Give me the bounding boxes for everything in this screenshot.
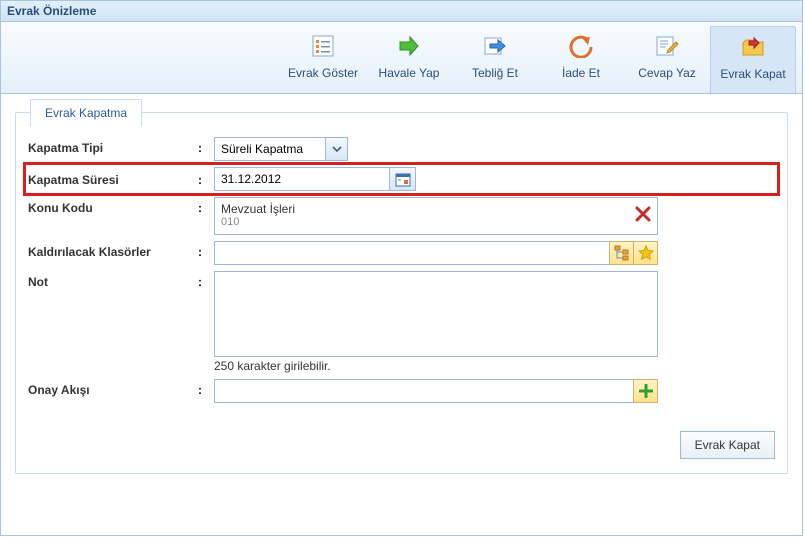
- row-folders: Kaldırılacak Klasörler :: [28, 241, 775, 265]
- submit-close-button[interactable]: Evrak Kapat: [680, 431, 775, 459]
- row-topic-code: Konu Kodu : Mevzuat İşleri 010: [28, 197, 775, 235]
- close-document-button[interactable]: Evrak Kapat: [710, 26, 796, 93]
- row-close-duration: Kapatma Süresi :: [23, 162, 780, 196]
- reply-button[interactable]: Cevap Yaz: [624, 26, 710, 93]
- label-close-duration: Kapatma Süresi: [28, 167, 198, 187]
- show-document-button[interactable]: Evrak Göster: [280, 26, 366, 93]
- plus-icon: [639, 384, 653, 398]
- close-type-dropdown-button[interactable]: [326, 137, 348, 161]
- add-approval-button[interactable]: [633, 379, 658, 403]
- calendar-icon: [395, 171, 411, 187]
- row-close-type: Kapatma Tipi :: [28, 137, 775, 161]
- content-area: Evrak Kapatma Kapatma Tipi :: [1, 94, 802, 492]
- star-icon: [638, 245, 654, 261]
- remove-topic-button[interactable]: [635, 206, 651, 225]
- date-picker-button[interactable]: [390, 167, 416, 191]
- topic-title: Mevzuat İşleri: [221, 202, 651, 216]
- row-approval-flow: Onay Akışı :: [28, 379, 775, 403]
- toolbar: Evrak Göster Havale Yap Tebliğ Et: [1, 22, 802, 94]
- toolbar-label: Evrak Göster: [282, 66, 364, 80]
- arrow-right-green-icon: [395, 32, 423, 60]
- note-hint: 250 karakter girilebilir.: [214, 359, 331, 373]
- close-duration-input[interactable]: [214, 167, 390, 191]
- toolbar-label: Havale Yap: [368, 66, 450, 80]
- close-type-select[interactable]: [214, 137, 326, 161]
- note-textarea[interactable]: [214, 271, 658, 357]
- row-note: Not : 250 karakter girilebilir.: [28, 271, 775, 373]
- toolbar-label: Evrak Kapat: [713, 67, 793, 81]
- panel-title: Evrak Kapatma: [30, 99, 142, 127]
- topic-code: 010: [221, 216, 651, 228]
- notify-button[interactable]: Tebliğ Et: [452, 26, 538, 93]
- window-title: Evrak Önizleme: [1, 1, 802, 22]
- label-folders: Kaldırılacak Klasörler: [28, 241, 198, 259]
- folders-input[interactable]: [214, 241, 610, 265]
- return-button[interactable]: İade Et: [538, 26, 624, 93]
- tree-icon: [614, 245, 630, 261]
- approval-flow-input[interactable]: [214, 379, 634, 403]
- write-reply-icon: [653, 32, 681, 60]
- document-list-icon: [309, 32, 337, 60]
- folder-close-icon: [739, 33, 767, 61]
- topic-code-box: Mevzuat İşleri 010: [214, 197, 658, 235]
- label-approval-flow: Onay Akışı: [28, 379, 198, 397]
- undo-arrow-icon: [567, 32, 595, 60]
- arrow-right-blue-icon: [481, 32, 509, 60]
- label-close-type: Kapatma Tipi: [28, 137, 198, 155]
- delete-x-icon: [635, 206, 651, 222]
- toolbar-label: Cevap Yaz: [626, 66, 708, 80]
- close-document-panel: Evrak Kapatma Kapatma Tipi :: [15, 112, 788, 474]
- preview-window: Evrak Önizleme Evrak Göster: [0, 0, 803, 536]
- favorite-button[interactable]: [633, 241, 658, 265]
- toolbar-label: İade Et: [540, 66, 622, 80]
- forward-button[interactable]: Havale Yap: [366, 26, 452, 93]
- label-note: Not: [28, 271, 198, 289]
- toolbar-label: Tebliğ Et: [454, 66, 536, 80]
- chevron-down-icon: [332, 144, 342, 154]
- browse-tree-button[interactable]: [609, 241, 634, 265]
- label-topic-code: Konu Kodu: [28, 197, 198, 215]
